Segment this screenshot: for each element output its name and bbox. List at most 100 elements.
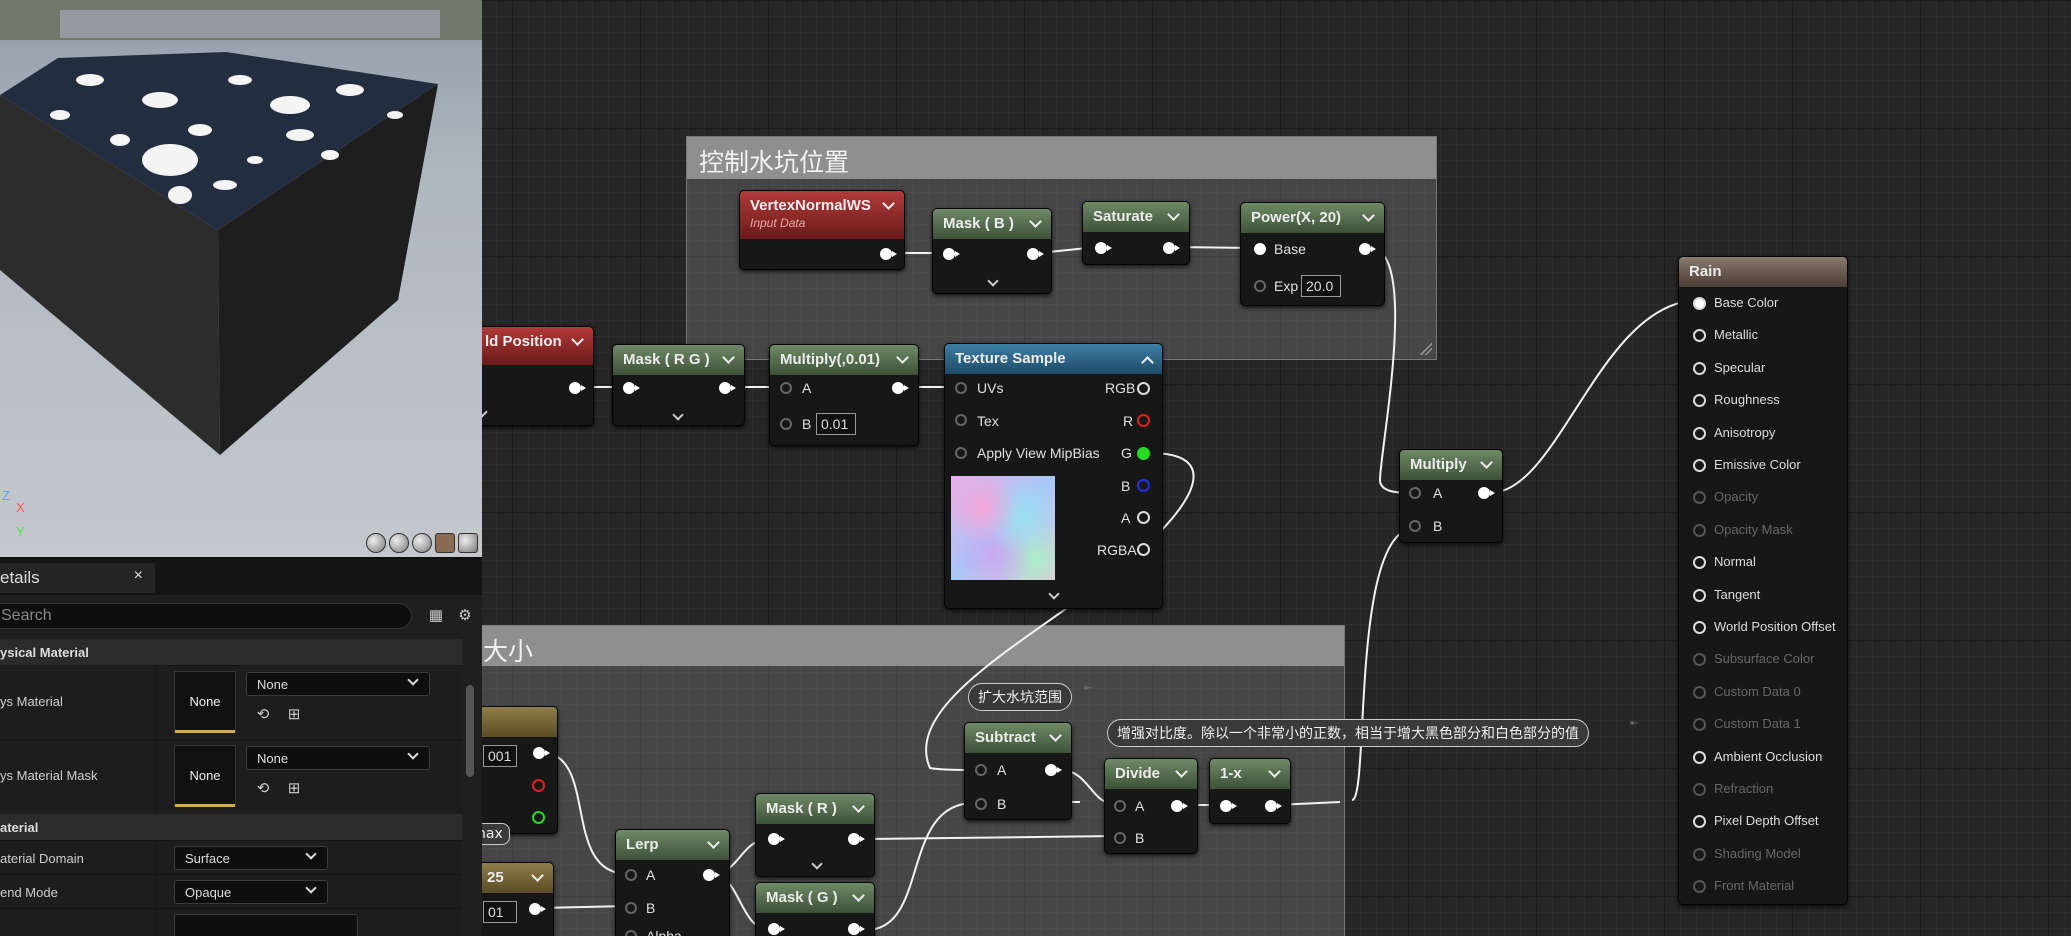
input-pin-icon[interactable] <box>1693 426 1706 440</box>
rain-input-row[interactable]: Front Material <box>1693 878 1794 898</box>
table-view-icon[interactable]: ▦ <box>427 606 445 624</box>
chevron-down-icon[interactable] <box>571 334 585 348</box>
tex-input-pin[interactable] <box>955 414 967 426</box>
r-output-pin[interactable] <box>1137 414 1150 427</box>
output-pin[interactable] <box>1171 800 1188 812</box>
output-pin[interactable] <box>1478 487 1495 499</box>
node-power[interactable]: Power(X, 20) Base Exp 20.0 <box>1240 202 1385 306</box>
chevron-down-icon[interactable] <box>882 198 896 212</box>
cube-preview-icon[interactable] <box>435 533 455 553</box>
chevron-down-icon[interactable] <box>1362 210 1376 224</box>
a-input-pin[interactable] <box>780 382 792 394</box>
phys-material-mask-thumbnail[interactable]: None <box>174 745 236 807</box>
category-physical-material[interactable]: ysical Material <box>0 639 462 665</box>
input-pin-icon[interactable] <box>1693 329 1706 343</box>
output-pin[interactable] <box>1359 243 1376 255</box>
expand-icon[interactable] <box>673 413 683 423</box>
a-input-pin[interactable] <box>625 869 637 881</box>
node-world-position[interactable]: ld Position <box>470 326 594 426</box>
chevron-down-icon[interactable] <box>722 352 736 366</box>
input-pin-icon[interactable] <box>1693 361 1706 375</box>
input-pin-icon[interactable] <box>1693 588 1706 602</box>
rain-input-row[interactable]: Custom Data 1 <box>1693 716 1801 736</box>
output-pin[interactable] <box>569 382 586 394</box>
chevron-down-icon[interactable] <box>531 870 545 884</box>
input-pin-icon[interactable] <box>1693 750 1706 764</box>
input-pin-icon[interactable] <box>1693 459 1706 473</box>
chevron-down-icon[interactable] <box>1167 209 1181 223</box>
node-subtract[interactable]: Subtract A B <box>964 722 1072 820</box>
rain-input-row[interactable]: Refraction <box>1693 781 1773 801</box>
rain-input-row[interactable]: Emissive Color <box>1693 457 1801 477</box>
r-output-pin[interactable] <box>532 779 545 792</box>
b-input-pin[interactable] <box>780 418 792 430</box>
blend-mode-combo[interactable]: Opaque <box>174 880 328 904</box>
input-pin-icon[interactable] <box>1693 815 1706 829</box>
input-pin-icon[interactable] <box>1693 523 1706 537</box>
input-pin-icon[interactable] <box>1693 847 1706 861</box>
pin-icon[interactable]: ⇤ <box>1630 718 1638 729</box>
node-mask-rg[interactable]: Mask ( R G ) <box>612 344 745 426</box>
output-pin[interactable] <box>703 869 720 881</box>
exp-input-pin[interactable] <box>1254 280 1266 292</box>
input-pin-icon[interactable] <box>1693 491 1706 505</box>
uvs-input-pin[interactable] <box>955 382 967 394</box>
cylinder-preview-icon[interactable] <box>366 533 386 553</box>
custom-mesh-preview-icon[interactable] <box>458 533 478 553</box>
node-one-minus[interactable]: 1-x <box>1209 758 1291 824</box>
input-pin-icon[interactable] <box>1693 653 1706 667</box>
chevron-down-icon[interactable] <box>896 352 910 366</box>
phys-material-combo[interactable]: None <box>246 672 430 696</box>
node-texture-sample[interactable]: Texture Sample UVs Tex Apply View MipBia… <box>944 343 1163 609</box>
phys-material-thumbnail[interactable]: None <box>174 671 236 733</box>
comment-bubble-contrast[interactable]: 增强对比度。除以一个非常小的正数，相当于增大黑色部分和白色部分的值 <box>1107 719 1589 747</box>
use-selected-icon[interactable]: ⟲ <box>254 779 272 797</box>
rain-input-row[interactable]: Normal <box>1693 554 1756 574</box>
expand-icon[interactable] <box>1049 592 1059 602</box>
node-lerp[interactable]: Lerp A B Alpha <box>615 829 730 936</box>
output-pin[interactable] <box>880 248 897 260</box>
rain-input-row[interactable]: Ambient Occlusion <box>1693 749 1822 769</box>
output-pin[interactable] <box>892 382 909 394</box>
gear-icon[interactable]: ⚙ <box>456 606 474 624</box>
node-divide[interactable]: Divide A B <box>1104 758 1198 854</box>
rain-input-row[interactable]: Base Color <box>1693 295 1778 315</box>
output-pin[interactable] <box>529 903 546 915</box>
chevron-down-icon[interactable] <box>707 837 721 851</box>
input-pin-icon[interactable] <box>1693 556 1706 570</box>
rain-input-row[interactable]: Anisotropy <box>1693 425 1775 445</box>
a-input-pin[interactable] <box>1114 800 1126 812</box>
chevron-down-icon[interactable] <box>1480 457 1494 471</box>
rain-input-row[interactable]: World Position Offset <box>1693 619 1836 639</box>
rain-input-row[interactable]: Custom Data 0 <box>1693 684 1801 704</box>
details-scrollbar[interactable] <box>466 685 474 777</box>
input-pin-icon[interactable] <box>1693 718 1706 732</box>
input-pin[interactable] <box>943 248 960 260</box>
output-pin[interactable] <box>533 747 550 759</box>
input-pin-icon[interactable] <box>1693 394 1706 408</box>
pin-icon[interactable]: ⇤ <box>1084 683 1092 694</box>
details-search-input[interactable]: Search <box>0 603 412 629</box>
plane-preview-icon[interactable] <box>412 533 432 553</box>
material-domain-combo[interactable]: Surface <box>174 846 328 870</box>
b-input-pin[interactable] <box>1114 832 1126 844</box>
node-saturate[interactable]: Saturate <box>1082 201 1190 265</box>
b-value-field[interactable]: 0.01 <box>816 413 856 435</box>
a-input-pin[interactable] <box>975 764 987 776</box>
chevron-up-icon[interactable] <box>1140 354 1154 368</box>
close-icon[interactable]: × <box>134 567 143 585</box>
input-pin-icon[interactable] <box>1693 621 1706 635</box>
phys-material-mask-combo[interactable]: None <box>246 746 430 770</box>
b-input-pin[interactable] <box>1409 520 1421 532</box>
rain-input-row[interactable]: Opacity <box>1693 489 1758 509</box>
node-rain-result[interactable]: Rain Base Color Metallic Specular Roughness… <box>1678 256 1848 905</box>
input-pin-icon[interactable] <box>1693 685 1706 699</box>
input-pin-icon[interactable] <box>1693 880 1706 894</box>
value-field[interactable]: 01 <box>483 901 517 923</box>
comment-bubble-expand-range[interactable]: 扩大水坑范围 <box>968 683 1072 711</box>
base-input-pin[interactable] <box>1254 243 1266 255</box>
g-output-pin[interactable] <box>1137 447 1150 460</box>
input-pin-icon[interactable] <box>1693 783 1706 797</box>
input-pin[interactable] <box>1220 800 1237 812</box>
node-multiply-001[interactable]: Multiply(,0.01) A B 0.01 <box>769 344 919 446</box>
